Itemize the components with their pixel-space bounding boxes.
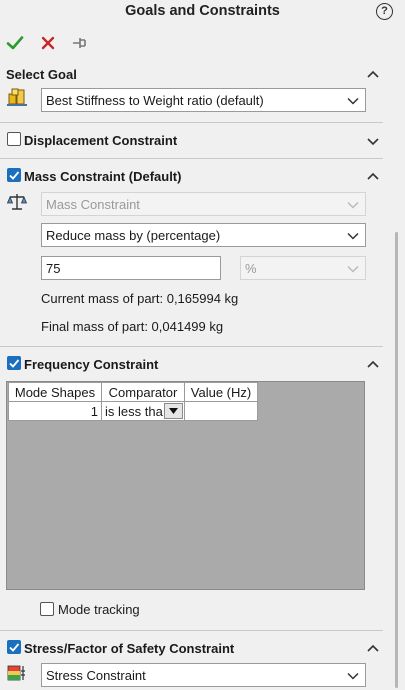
reduce-mass-dropdown[interactable]: Reduce mass by (percentage)	[41, 223, 366, 247]
frequency-checkbox[interactable]	[7, 356, 21, 370]
stress-constraint-header[interactable]: Stress/Factor of Safety Constraint	[0, 637, 383, 661]
chevron-up-icon[interactable]	[366, 69, 380, 79]
mode-shape-cell[interactable]: 1	[8, 401, 102, 421]
displacement-checkbox[interactable]	[7, 132, 21, 146]
panel-header: Goals and Constraints ?	[0, 0, 405, 66]
stress-icon	[7, 665, 25, 681]
stress-constraint-value: Stress Constraint	[46, 668, 146, 683]
goal-icon	[7, 88, 27, 106]
stress-title: Stress/Factor of Safety Constraint	[24, 641, 235, 656]
chevron-down-icon	[347, 97, 359, 105]
divider	[0, 158, 383, 159]
mass-title: Mass Constraint (Default)	[24, 169, 182, 184]
divider	[0, 346, 383, 347]
final-mass-text: Final mass of part: 0,041499 kg	[41, 319, 224, 334]
comparator-cell[interactable]: is less tha	[101, 401, 185, 421]
goal-dropdown[interactable]: Best Stiffness to Weight ratio (default)	[41, 88, 366, 112]
column-header: Comparator	[101, 382, 185, 402]
column-header: Value (Hz)	[184, 382, 258, 402]
mass-constraint-type-value: Mass Constraint	[46, 197, 140, 212]
unit-dropdown: %	[240, 256, 366, 280]
chevron-down-icon	[347, 672, 359, 680]
unit-value: %	[245, 261, 257, 276]
comparator-value: is less tha	[105, 403, 163, 419]
mass-constraint-header[interactable]: Mass Constraint (Default)	[0, 165, 383, 189]
chevron-up-icon[interactable]	[366, 359, 380, 369]
property-manager-content	[0, 66, 405, 690]
mass-checkbox[interactable]	[7, 168, 21, 182]
chevron-down-icon	[347, 232, 359, 240]
chevron-down-icon	[347, 201, 359, 209]
help-icon[interactable]: ?	[376, 3, 393, 20]
frequency-constraint-header[interactable]: Frequency Constraint	[0, 353, 383, 377]
comparator-dropdown-button[interactable]	[164, 403, 183, 419]
chevron-up-icon[interactable]	[366, 643, 380, 653]
column-header: Mode Shapes	[8, 382, 102, 402]
mode-tracking-label[interactable]: Mode tracking	[58, 602, 140, 617]
cancel-x-icon[interactable]	[39, 34, 57, 52]
displacement-title: Displacement Constraint	[24, 133, 178, 148]
panel-title: Goals and Constraints	[125, 3, 280, 19]
ok-check-icon[interactable]	[6, 34, 24, 52]
displacement-constraint-header[interactable]: Displacement Constraint	[0, 129, 383, 153]
mass-reduction-field[interactable]	[42, 257, 220, 279]
value-cell[interactable]	[184, 401, 258, 421]
goal-value: Best Stiffness to Weight ratio (default)	[46, 93, 264, 108]
select-goal-title: Select Goal	[6, 67, 77, 82]
triangle-down-icon	[169, 408, 178, 414]
frequency-title: Frequency Constraint	[24, 357, 159, 372]
select-goal-header[interactable]: Select Goal	[0, 63, 383, 87]
current-mass-text: Current mass of part: 0,165994 kg	[41, 291, 239, 306]
chevron-down-icon	[347, 265, 359, 273]
reduce-mass-value: Reduce mass by (percentage)	[46, 228, 221, 243]
mode-tracking-checkbox[interactable]	[40, 602, 54, 616]
chevron-up-icon[interactable]	[366, 171, 380, 181]
frequency-table: Mode Shapes Comparator Value (Hz) 1 is l…	[8, 382, 258, 421]
table-row[interactable]: 1 is less tha	[8, 401, 258, 421]
divider	[0, 630, 383, 631]
stress-constraint-dropdown[interactable]: Stress Constraint	[41, 663, 366, 687]
pin-icon[interactable]	[71, 34, 89, 52]
mass-constraint-type-dropdown: Mass Constraint	[41, 192, 366, 216]
divider	[0, 122, 383, 123]
table-header-row: Mode Shapes Comparator Value (Hz)	[8, 382, 258, 402]
mass-reduction-input[interactable]	[41, 256, 221, 280]
scrollbar-thumb[interactable]	[395, 232, 398, 688]
chevron-down-icon[interactable]	[366, 136, 380, 146]
scale-icon	[7, 194, 27, 210]
stress-checkbox[interactable]	[7, 640, 21, 654]
